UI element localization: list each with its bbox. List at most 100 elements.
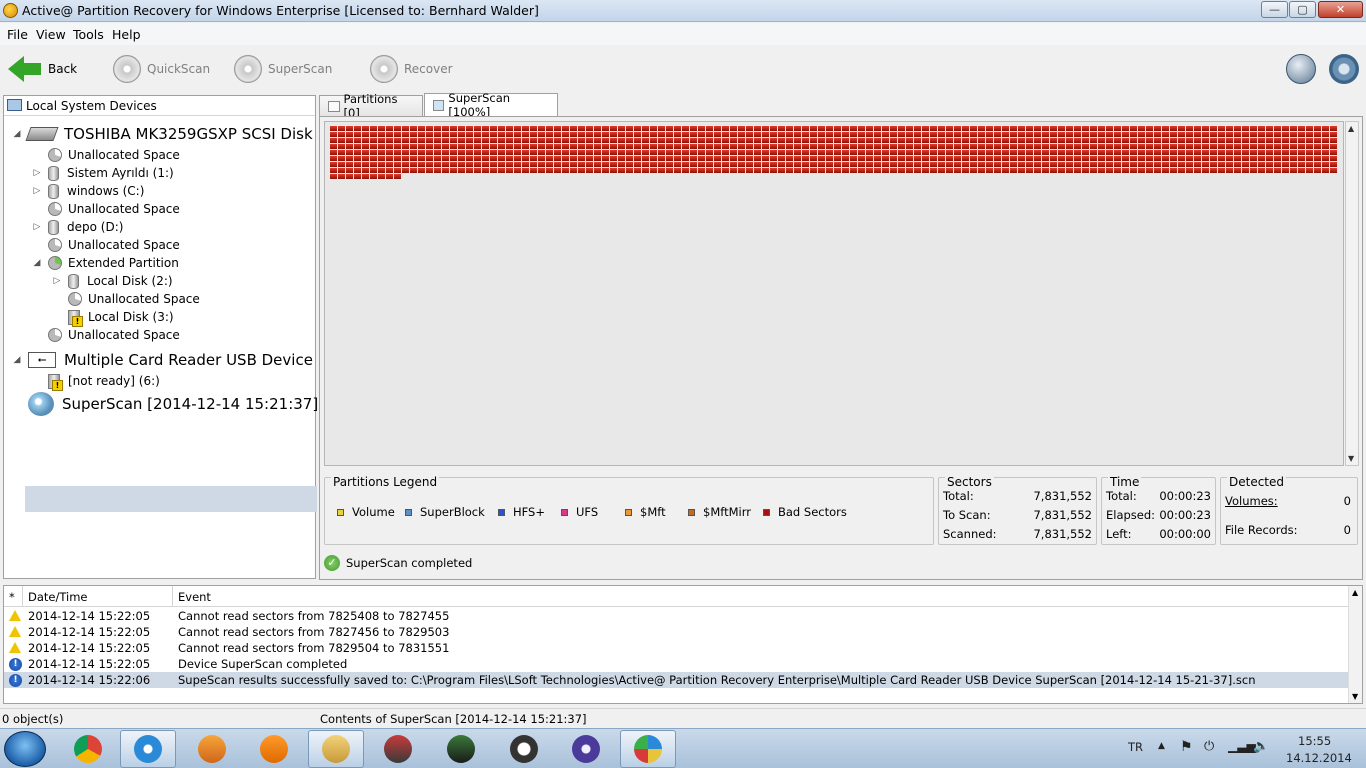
tab-superscan[interactable]: SuperScan [100%]: [424, 91, 558, 119]
detected-volumes-link[interactable]: Volumes:: [1225, 494, 1278, 508]
sector-block: [450, 156, 457, 161]
sector-block: [994, 138, 1001, 143]
tree-item[interactable]: [not ready] (6:): [32, 372, 160, 391]
sector-block: [530, 156, 537, 161]
sector-block: [354, 174, 361, 179]
menu-view[interactable]: View: [36, 27, 66, 42]
settings-gear-icon[interactable]: [1329, 54, 1359, 84]
expand-toggle-icon[interactable]: ▷: [32, 168, 42, 178]
expand-toggle-icon[interactable]: ▷: [32, 222, 42, 232]
clock-time[interactable]: 15:55: [1298, 734, 1331, 748]
log-col-event[interactable]: Event: [178, 590, 211, 604]
language-indicator[interactable]: TR: [1128, 740, 1143, 754]
log-scroll-up-icon[interactable]: ▲: [1352, 588, 1358, 597]
taskbar-ie-button[interactable]: [120, 730, 176, 768]
taskbar-chrome-button[interactable]: [60, 730, 116, 768]
expand-toggle-icon[interactable]: ◢: [12, 129, 22, 139]
clock-date[interactable]: 14.12.2014: [1286, 751, 1352, 765]
start-button[interactable]: [4, 731, 46, 767]
sector-block: [1210, 138, 1217, 143]
power-plug-icon[interactable]: ⏻: [1204, 739, 1214, 754]
volume-icon[interactable]: 🔈: [1253, 739, 1269, 754]
sector-block: [1298, 138, 1305, 143]
log-row[interactable]: 2014-12-14 15:22:05 Cannot read sectors f…: [4, 608, 1348, 624]
tray-expand-icon[interactable]: ▲: [1158, 741, 1165, 751]
tree-item[interactable]: ◢ Extended Partition: [32, 254, 179, 272]
taskbar-explorer-button[interactable]: [308, 730, 364, 768]
expand-toggle-icon[interactable]: ▷: [52, 276, 62, 286]
expand-toggle-icon[interactable]: ▷: [32, 186, 42, 196]
log-row[interactable]: 2014-12-14 15:22:05 Cannot read sectors f…: [4, 624, 1348, 640]
sector-block: [514, 156, 521, 161]
log-row[interactable]: ! 2014-12-14 15:22:06 SupeScan results suc…: [4, 672, 1348, 688]
tree-item[interactable]: Unallocated Space: [32, 146, 180, 164]
sector-block: [826, 132, 833, 137]
minimize-button[interactable]: —: [1261, 1, 1288, 18]
recover-button[interactable]: Recover: [370, 53, 453, 85]
maximize-button[interactable]: ▢: [1289, 1, 1316, 18]
tree-item[interactable]: ▷ windows (C:): [32, 182, 144, 200]
taskbar-partition-recovery-button[interactable]: [620, 730, 676, 768]
tree-item[interactable]: ▷ Local Disk (2:): [52, 272, 173, 290]
sector-block: [850, 138, 857, 143]
log-col-type[interactable]: *: [9, 590, 15, 604]
info-icon[interactable]: [1286, 54, 1316, 84]
network-signal-icon[interactable]: ▁▃▅: [1228, 739, 1256, 753]
scroll-up-icon[interactable]: ▲: [1348, 124, 1354, 133]
taskbar-soccer-game-button[interactable]: [433, 730, 489, 768]
sector-block: [978, 156, 985, 161]
log-col-datetime[interactable]: Date/Time: [28, 590, 88, 604]
sector-block: [770, 138, 777, 143]
log-row[interactable]: 2014-12-14 15:22:05 Cannot read sectors f…: [4, 640, 1348, 656]
menu-file[interactable]: File: [7, 27, 28, 42]
sector-block: [1090, 150, 1097, 155]
close-button[interactable]: ✕: [1318, 1, 1363, 18]
sector-block: [522, 144, 529, 149]
sector-block: [426, 138, 433, 143]
tree-item[interactable]: ▷ Sistem Ayrıldı (1:): [32, 164, 174, 182]
sector-block: [682, 156, 689, 161]
tree-item[interactable]: ◢ TOSHIBA MK3259GSXP SCSI Disk ...: [12, 122, 332, 146]
scroll-down-icon[interactable]: ▼: [1348, 454, 1354, 463]
taskbar-eclipse-button[interactable]: [558, 730, 614, 768]
taskbar-outlook-button[interactable]: [184, 730, 240, 768]
sector-block: [866, 144, 873, 149]
sector-block: [410, 132, 417, 137]
tree-item[interactable]: Unallocated Space: [32, 236, 180, 254]
sector-block: [394, 174, 401, 179]
sector-block: [330, 138, 337, 143]
sector-block: [1058, 162, 1065, 167]
tree-item[interactable]: SuperScan [2014-12-14 15:21:37]: [12, 392, 318, 416]
taskbar-vlc-button[interactable]: [246, 730, 302, 768]
tree-item[interactable]: ▷ depo (D:): [32, 218, 123, 236]
sector-block: [442, 138, 449, 143]
event-log-scrollbar[interactable]: ▲ ▼: [1348, 586, 1362, 703]
tree-item-label: Unallocated Space: [68, 238, 180, 252]
expand-toggle-icon[interactable]: ◢: [32, 258, 42, 268]
tree-item[interactable]: Unallocated Space: [52, 290, 200, 308]
taskbar-racing-game-button[interactable]: [370, 730, 426, 768]
menu-tools[interactable]: Tools: [73, 27, 104, 42]
log-row[interactable]: ! 2014-12-14 15:22:05 Device SuperScan com…: [4, 656, 1348, 672]
sector-block: [1330, 156, 1337, 161]
tree-item[interactable]: Unallocated Space: [32, 326, 180, 344]
sector-block: [442, 156, 449, 161]
tab-partitions[interactable]: Partitions [0]: [319, 92, 423, 120]
menu-help[interactable]: Help: [112, 27, 141, 42]
sector-block: [338, 150, 345, 155]
sector-map-scrollbar[interactable]: ▲ ▼: [1345, 121, 1359, 466]
expand-toggle-icon[interactable]: ◢: [12, 355, 22, 365]
back-button[interactable]: Back: [8, 53, 77, 85]
action-center-flag-icon[interactable]: ⚑: [1180, 739, 1193, 755]
tree-item[interactable]: Unallocated Space: [32, 200, 180, 218]
taskbar-headset-button[interactable]: [496, 730, 552, 768]
superscan-button[interactable]: SuperScan: [234, 53, 332, 85]
tree-item-label: SuperScan [2014-12-14 15:21:37]: [62, 395, 319, 413]
tree-item[interactable]: Local Disk (3:): [52, 308, 174, 327]
quickscan-button[interactable]: QuickScan: [113, 53, 210, 85]
sector-block: [1018, 156, 1025, 161]
sector-block: [810, 144, 817, 149]
tree-item[interactable]: ◢ ⭠ Multiple Card Reader USB Device: [12, 348, 313, 372]
sector-block: [1130, 150, 1137, 155]
log-scroll-down-icon[interactable]: ▼: [1352, 692, 1358, 701]
